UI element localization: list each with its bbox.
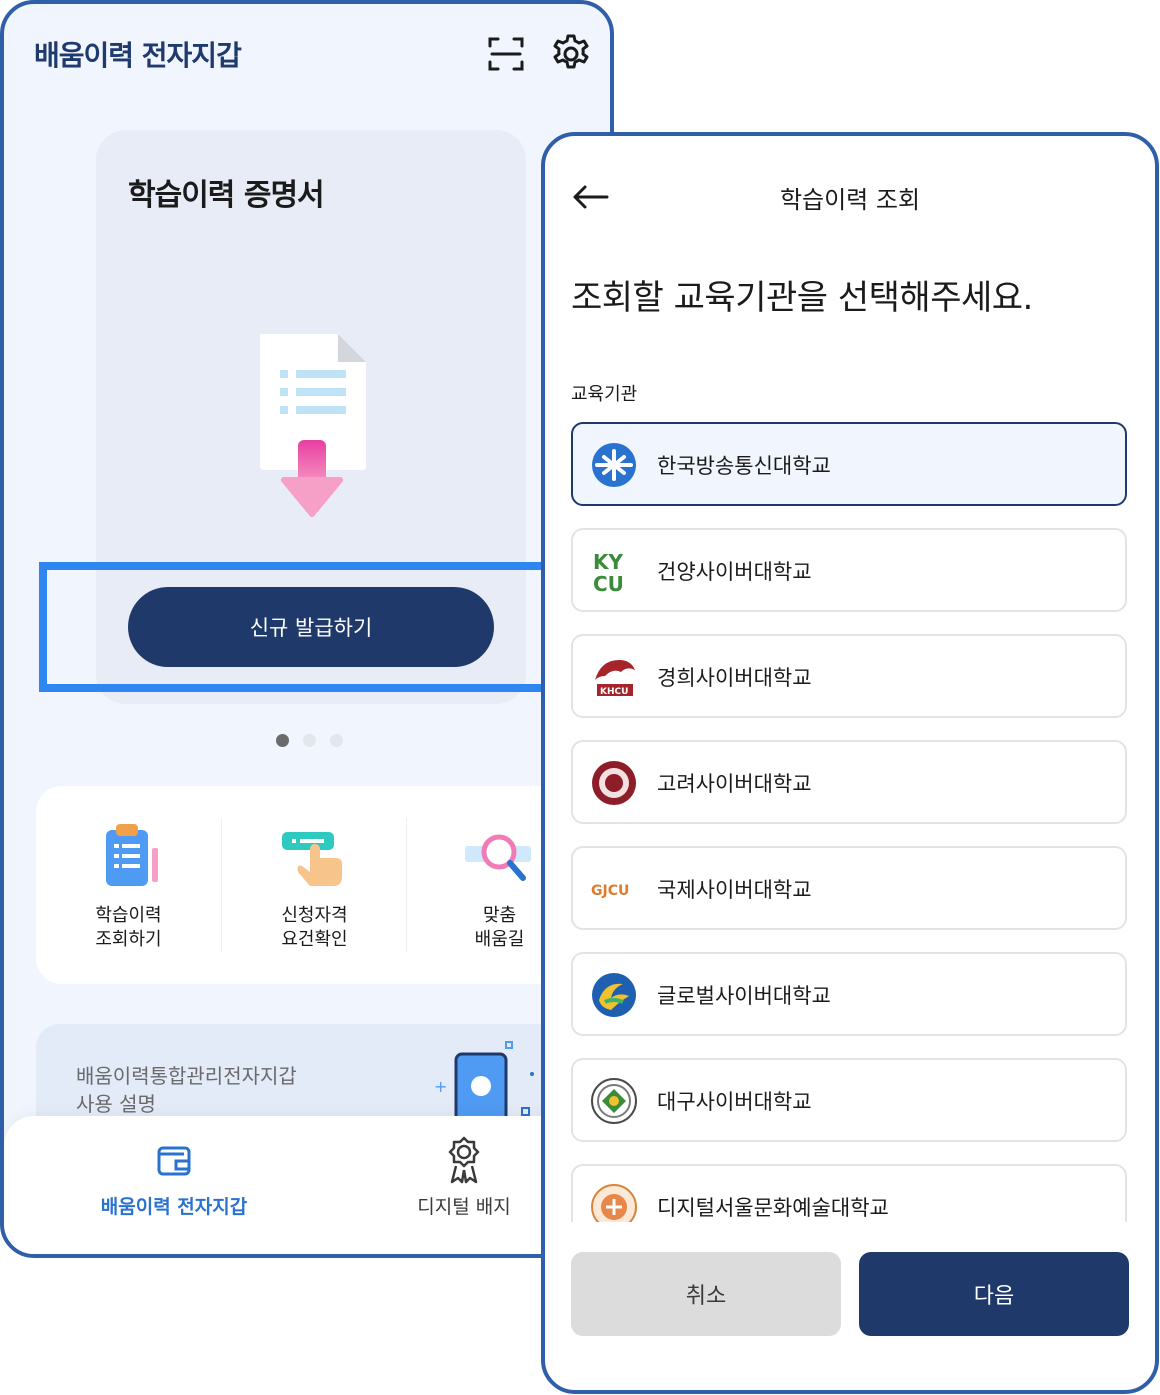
gcu-logo-icon (592, 973, 636, 1017)
cancel-button[interactable]: 취소 (571, 1252, 841, 1336)
institution-name: 글로벌사이버대학교 (657, 984, 831, 1008)
bottom-nav: 배움이력 전자지갑 디지털 배지 (4, 1116, 610, 1254)
quick-menu: 학습이력 조회하기 신청자격 요건확인 맞춤 배움길 (36, 786, 596, 984)
institution-option[interactable]: 대구사이버대학교 (571, 1058, 1127, 1142)
dcu-logo-icon (591, 1078, 637, 1124)
kycu-logo-icon: KY CU (593, 550, 624, 594)
institution-list[interactable]: 한국방송통신대학교 KY CU 건양사이버대학교 KHCU 경희사이버대학교 고… (569, 422, 1131, 1222)
menu-eligibility-check[interactable]: 신청자격 요건확인 (222, 786, 407, 984)
scan-icon[interactable] (486, 34, 526, 74)
institution-select-screen: 학습이력 조회 조회할 교육기관을 선택해주세요. 교육기관 한국방송통신대학교… (541, 132, 1159, 1394)
institution-option[interactable]: 고려사이버대학교 (571, 740, 1127, 824)
menu-history-lookup[interactable]: 학습이력 조회하기 (36, 786, 221, 984)
highlight-box (39, 562, 577, 692)
carousel-dot-active[interactable] (276, 734, 289, 747)
tap-hand-icon (282, 832, 342, 886)
institution-name: 국제사이버대학교 (657, 878, 812, 902)
screen-title: 학습이력 조회 (779, 186, 921, 214)
carousel-dot[interactable] (303, 734, 316, 747)
document-download-icon (260, 334, 366, 517)
svg-text:+: + (434, 1077, 447, 1096)
home-screen: 배움이력 전자지갑 학습이력 증명서 신규 발급하기 학습이력 조회하기 신청자… (0, 0, 614, 1258)
institution-name: 고려사이버대학교 (657, 772, 812, 796)
khcu-logo-icon: KHCU (595, 660, 635, 697)
institution-option[interactable]: 디지털서울문화예술대학교 (571, 1164, 1127, 1222)
menu-label: 신청자격 요건확인 (281, 905, 348, 950)
institution-name: 한국방송통신대학교 (657, 454, 831, 478)
institution-name: 디지털서울문화예술대학교 (657, 1196, 889, 1220)
nav-badge-label: 디지털 배지 (417, 1196, 511, 1218)
certificate-title: 학습이력 증명서 (128, 178, 325, 213)
institution-option[interactable]: KHCU 경희사이버대학교 (571, 634, 1127, 718)
institution-name: 대구사이버대학교 (657, 1090, 812, 1114)
guide-text: 배움이력통합관리전자지갑 사용 설명 (76, 1064, 297, 1116)
kcu-logo-icon (592, 761, 636, 805)
gjcu-logo-icon: GJCU (591, 883, 629, 899)
dsau-logo-icon (591, 1184, 637, 1222)
magnifier-icon (465, 834, 531, 881)
nav-wallet[interactable]: 배움이력 전자지갑 (64, 1136, 284, 1236)
institution-option[interactable]: 한국방송통신대학교 (571, 422, 1127, 506)
svg-text:KY: KY (593, 550, 623, 574)
institution-option[interactable]: KY CU 건양사이버대학교 (571, 528, 1127, 612)
nav-wallet-label: 배움이력 전자지갑 (100, 1196, 248, 1218)
carousel-dot[interactable] (330, 734, 343, 747)
question-heading: 조회할 교육기관을 선택해주세요. (571, 278, 1033, 318)
app-title: 배움이력 전자지갑 (34, 39, 242, 72)
menu-label: 학습이력 조회하기 (95, 905, 162, 950)
knou-logo-icon (592, 443, 636, 487)
clipboard-icon (106, 824, 158, 886)
svg-text:KHCU: KHCU (600, 687, 628, 697)
badge-icon (448, 1136, 480, 1184)
institution-name: 건양사이버대학교 (657, 560, 812, 584)
institution-name: 경희사이버대학교 (657, 666, 812, 690)
wallet-icon (157, 1146, 191, 1176)
institution-option[interactable]: 글로벌사이버대학교 (571, 952, 1127, 1036)
field-label: 교육기관 (571, 384, 638, 405)
next-button[interactable]: 다음 (859, 1252, 1129, 1336)
gear-icon[interactable] (549, 32, 593, 76)
institution-option[interactable]: GJCU 국제사이버대학교 (571, 846, 1127, 930)
svg-text:CU: CU (593, 572, 624, 594)
nav-badge[interactable]: 디지털 배지 (364, 1136, 564, 1236)
svg-text:GJCU: GJCU (591, 883, 629, 899)
